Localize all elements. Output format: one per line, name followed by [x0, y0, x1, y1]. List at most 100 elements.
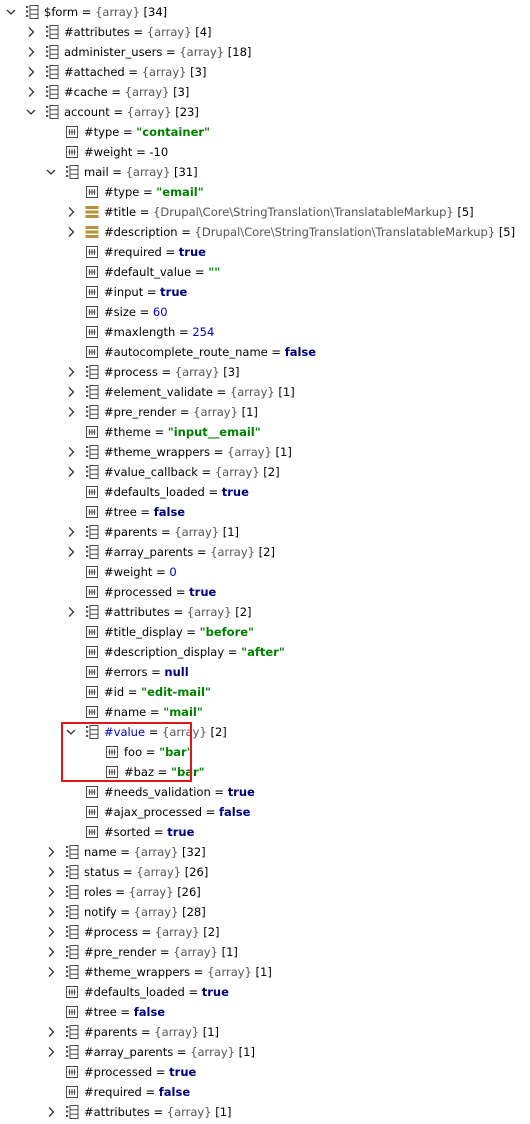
- tree-node[interactable]: #theme_wrappers = {array} [1]: [0, 962, 530, 982]
- tree-node[interactable]: #pre_render = {array} [1]: [0, 942, 530, 962]
- chevron-right-icon[interactable]: [44, 1044, 58, 1060]
- tree-node[interactable]: #title = {Drupal\Core\StringTranslation\…: [0, 202, 530, 222]
- variable-value: false: [219, 805, 251, 819]
- tree-leaf[interactable]: #needs_validation = true: [0, 782, 530, 802]
- tree-node[interactable]: $form = {array} [34]: [0, 2, 530, 22]
- tree-node[interactable]: name = {array} [32]: [0, 842, 530, 862]
- chevron-right-icon[interactable]: [64, 204, 78, 220]
- tree-leaf[interactable]: #defaults_loaded = true: [0, 482, 530, 502]
- tree-node[interactable]: #theme_wrappers = {array} [1]: [0, 442, 530, 462]
- chevron-right-icon[interactable]: [64, 224, 78, 240]
- chevron-right-icon[interactable]: [44, 944, 58, 960]
- tree-leaf[interactable]: #tree = false: [0, 1002, 530, 1022]
- tree-leaf[interactable]: #theme = "input__email": [0, 422, 530, 442]
- tree-node[interactable]: #parents = {array} [1]: [0, 522, 530, 542]
- tree-leaf[interactable]: #required = true: [0, 242, 530, 262]
- tree-node[interactable]: notify = {array} [28]: [0, 902, 530, 922]
- chevron-right-icon[interactable]: [64, 444, 78, 460]
- tree-node[interactable]: #element_validate = {array} [1]: [0, 382, 530, 402]
- tree-node[interactable]: #process = {array} [3]: [0, 362, 530, 382]
- chevron-right-icon[interactable]: [44, 1024, 58, 1040]
- tree-node[interactable]: #array_parents = {array} [2]: [0, 542, 530, 562]
- tree-node[interactable]: #array_parents = {array} [1]: [0, 1042, 530, 1062]
- variable-type: {Drupal\Core\StringTranslation\Translata…: [153, 205, 454, 219]
- chevron-right-icon[interactable]: [44, 884, 58, 900]
- chevron-down-icon[interactable]: [24, 104, 38, 120]
- tree-node[interactable]: status = {array} [26]: [0, 862, 530, 882]
- node-label: #type = "email": [104, 185, 204, 199]
- chevron-right-icon[interactable]: [44, 1104, 58, 1120]
- tree-leaf[interactable]: #sorted = true: [0, 822, 530, 842]
- tree-node[interactable]: #value_callback = {array} [2]: [0, 462, 530, 482]
- tree-node[interactable]: #pre_render = {array} [1]: [0, 402, 530, 422]
- tree-node[interactable]: roles = {array} [26]: [0, 882, 530, 902]
- chevron-right-icon[interactable]: [64, 404, 78, 420]
- tree-leaf[interactable]: #default_value = "": [0, 262, 530, 282]
- chevron-right-icon[interactable]: [44, 924, 58, 940]
- tree-leaf[interactable]: #required = false: [0, 1082, 530, 1102]
- chevron-right-icon[interactable]: [64, 364, 78, 380]
- chevron-right-icon[interactable]: [44, 844, 58, 860]
- variable-count: [5]: [498, 225, 516, 239]
- chevron-right-icon[interactable]: [64, 384, 78, 400]
- node-label: #type = "container": [84, 125, 211, 139]
- tree-node[interactable]: #parents = {array} [1]: [0, 1022, 530, 1042]
- tree-node[interactable]: #value = {array} [2]: [0, 722, 530, 742]
- variable-value: "edit-mail": [141, 685, 211, 699]
- tree-node[interactable]: administer_users = {array} [18]: [0, 42, 530, 62]
- tree-node[interactable]: account = {array} [23]: [0, 102, 530, 122]
- chevron-right-icon[interactable]: [64, 524, 78, 540]
- tree-leaf[interactable]: #id = "edit-mail": [0, 682, 530, 702]
- tree-node[interactable]: #process = {array} [2]: [0, 922, 530, 942]
- tree-leaf[interactable]: #weight = -10: [0, 142, 530, 162]
- chevron-right-icon[interactable]: [64, 464, 78, 480]
- variable-name: #pre_render: [104, 405, 177, 419]
- tree-node[interactable]: #attributes = {array} [2]: [0, 602, 530, 622]
- chevron-right-icon[interactable]: [44, 904, 58, 920]
- tree-leaf[interactable]: #size = 60: [0, 302, 530, 322]
- tree-leaf[interactable]: #input = true: [0, 282, 530, 302]
- tree-leaf[interactable]: #errors = null: [0, 662, 530, 682]
- variable-value: -10: [149, 145, 169, 159]
- tree-node[interactable]: #cache = {array} [3]: [0, 82, 530, 102]
- tree-leaf[interactable]: foo = "bar": [0, 742, 530, 762]
- tree-node[interactable]: #description = {Drupal\Core\StringTransl…: [0, 222, 530, 242]
- tree-leaf[interactable]: #description_display = "after": [0, 642, 530, 662]
- chevron-right-icon[interactable]: [64, 544, 78, 560]
- chevron-right-icon[interactable]: [24, 64, 38, 80]
- variable-count: [1]: [202, 1025, 220, 1039]
- tree-leaf[interactable]: #ajax_processed = false: [0, 802, 530, 822]
- array-icon: [65, 1105, 79, 1119]
- array-icon: [85, 465, 99, 479]
- tree-leaf[interactable]: #baz = "bar": [0, 762, 530, 782]
- chevron-down-icon[interactable]: [4, 4, 18, 20]
- chevron-right-icon[interactable]: [24, 84, 38, 100]
- tree-leaf[interactable]: #defaults_loaded = true: [0, 982, 530, 1002]
- tree-leaf[interactable]: #autocomplete_route_name = false: [0, 342, 530, 362]
- chevron-right-icon[interactable]: [24, 24, 38, 40]
- chevron-right-icon[interactable]: [44, 964, 58, 980]
- tree-leaf[interactable]: #name = "mail": [0, 702, 530, 722]
- tree-node[interactable]: #attributes = {array} [1]: [0, 1102, 530, 1122]
- variable-name: #input: [104, 285, 144, 299]
- variable-type: {array}: [190, 1045, 235, 1059]
- chevron-right-icon[interactable]: [44, 864, 58, 880]
- tree-leaf[interactable]: #title_display = "before": [0, 622, 530, 642]
- node-label: #maxlength = 254: [104, 325, 215, 339]
- tree-leaf[interactable]: #type = "container": [0, 122, 530, 142]
- tree-leaf[interactable]: #type = "email": [0, 182, 530, 202]
- chevron-right-icon[interactable]: [64, 604, 78, 620]
- tree-leaf[interactable]: #processed = true: [0, 1062, 530, 1082]
- chevron-down-icon[interactable]: [44, 164, 58, 180]
- tree-node[interactable]: #attributes = {array} [4]: [0, 22, 530, 42]
- chevron-right-icon[interactable]: [24, 44, 38, 60]
- tree-leaf[interactable]: #maxlength = 254: [0, 322, 530, 342]
- tree-leaf[interactable]: #processed = true: [0, 582, 530, 602]
- variable-type: {array}: [95, 5, 140, 19]
- tree-leaf[interactable]: #tree = false: [0, 502, 530, 522]
- variable-name: name: [84, 845, 117, 859]
- tree-node[interactable]: mail = {array} [31]: [0, 162, 530, 182]
- tree-node[interactable]: #attached = {array} [3]: [0, 62, 530, 82]
- tree-leaf[interactable]: #weight = 0: [0, 562, 530, 582]
- chevron-down-icon[interactable]: [64, 724, 78, 740]
